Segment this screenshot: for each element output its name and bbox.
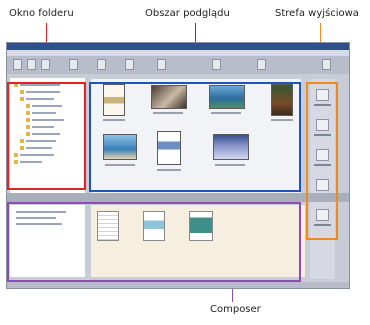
settings-icon[interactable] bbox=[157, 59, 166, 70]
up-icon[interactable] bbox=[41, 59, 50, 70]
preview-area-highlight bbox=[89, 82, 301, 192]
title-bar bbox=[7, 43, 349, 50]
view-icon[interactable] bbox=[125, 59, 134, 70]
callout-folder-window: Okno folderu bbox=[9, 8, 74, 19]
panel-divider[interactable] bbox=[7, 193, 349, 202]
back-icon[interactable] bbox=[13, 59, 22, 70]
forward-icon[interactable] bbox=[27, 59, 36, 70]
folder-window-highlight bbox=[7, 82, 86, 190]
refresh-icon[interactable] bbox=[69, 59, 78, 70]
toolbar bbox=[7, 56, 349, 74]
output-zone-highlight bbox=[306, 82, 338, 240]
callout-output-zone: Strefa wyjściowa bbox=[275, 8, 359, 19]
callout-preview-area: Obszar podglądu bbox=[145, 8, 230, 19]
print-icon[interactable] bbox=[97, 59, 106, 70]
help-icon[interactable] bbox=[322, 59, 331, 70]
callout-composer: Composer bbox=[210, 304, 261, 315]
export-icon[interactable] bbox=[257, 59, 266, 70]
save-icon[interactable] bbox=[212, 59, 221, 70]
status-bar bbox=[7, 282, 349, 288]
composer-highlight bbox=[7, 202, 301, 282]
